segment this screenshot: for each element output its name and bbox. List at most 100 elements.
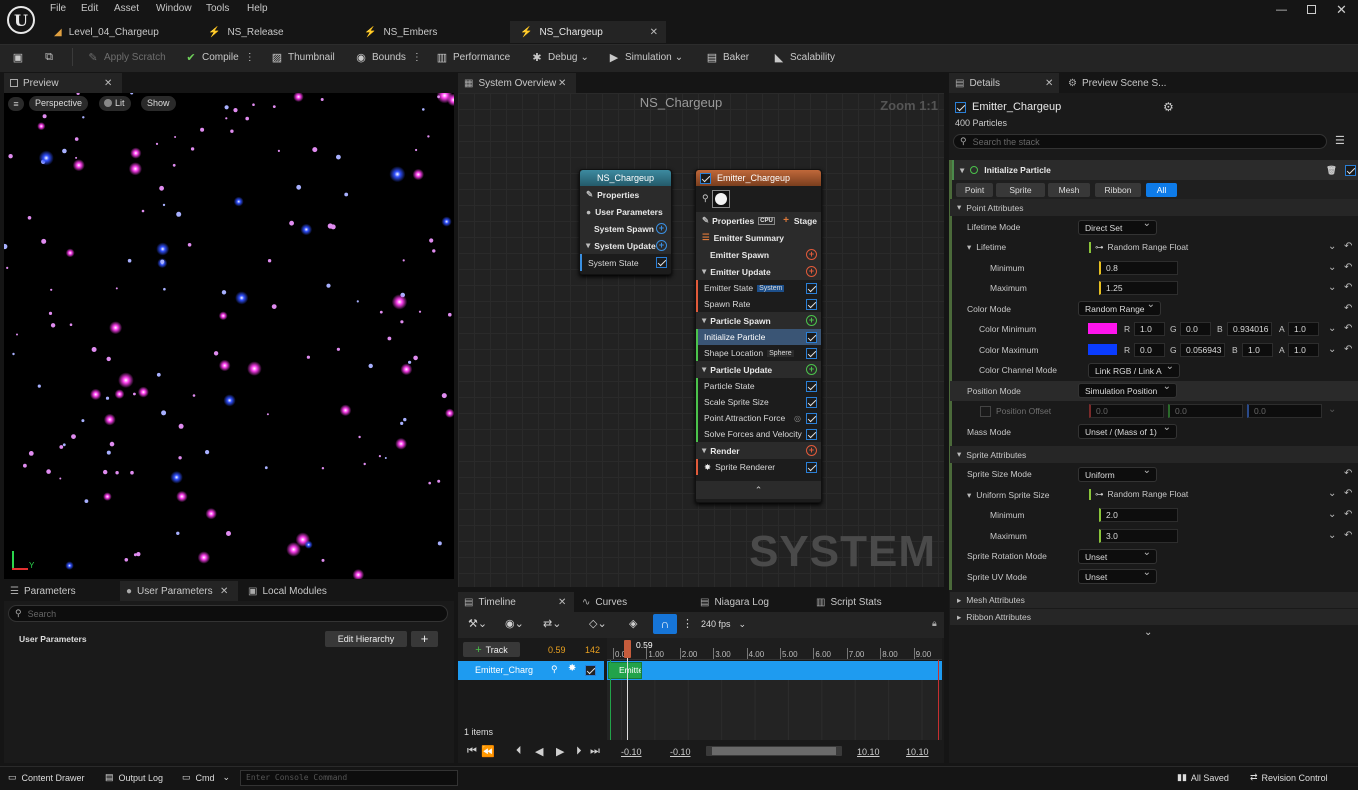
emitter-node[interactable]: Emitter_Chargeup ⚲ ✎ Properties CPU + Stage … — [695, 169, 822, 503]
add-icon[interactable]: + — [656, 240, 667, 251]
output-log-button[interactable]: ▤ Output Log — [105, 772, 163, 783]
lifetime-mode-dropdown[interactable]: Direct Set — [1078, 218, 1157, 235]
reset-icon[interactable]: ↶ — [1344, 282, 1352, 293]
module-enable-checkbox[interactable] — [1345, 164, 1356, 176]
transform-icon[interactable]: ⇄⌄ — [543, 617, 561, 630]
position-offset-checkbox[interactable] — [980, 405, 991, 417]
lit-button[interactable]: Lit — [99, 96, 131, 111]
reset-icon[interactable]: ↶ — [1344, 241, 1352, 252]
tab-preview-scene[interactable]: ⚙ Preview Scene S... — [1064, 73, 1184, 93]
edit-hierarchy-button[interactable]: Edit Hierarchy — [325, 631, 407, 647]
reset-icon[interactable]: ↶ — [1344, 468, 1352, 479]
system-overview-graph[interactable]: NS_Chargeup Zoom 1:1 SYSTEM NS_Chargeup … — [458, 93, 944, 587]
lifetime-function[interactable]: ⊶ Random Range Float — [1089, 242, 1188, 253]
thumbnail-button[interactable]: ▨ Thumbnail — [270, 48, 335, 66]
tab-niagara-log[interactable]: ▤ Niagara Log — [696, 592, 806, 612]
prev-frame-icon[interactable]: ⏴ — [516, 745, 522, 758]
range-start-value[interactable]: -0.10 — [621, 747, 642, 757]
emitter-summary-row[interactable]: ☰ Emitter Summary — [696, 229, 821, 246]
expand-icon[interactable]: ⌄ — [1328, 530, 1336, 541]
cmd-dropdown[interactable]: ▭ Cmd ⌄ — [182, 772, 230, 783]
timeline-scrollbar[interactable] — [706, 746, 842, 756]
sprite-attributes-category[interactable]: ▾ Sprite Attributes — [950, 446, 1358, 463]
expand-icon[interactable]: ⌄ — [1328, 241, 1336, 252]
tab-script-stats[interactable]: ▥ Script Stats — [812, 592, 922, 612]
color-min-swatch[interactable] — [1088, 323, 1117, 334]
filter-mesh[interactable]: Mesh — [1048, 183, 1090, 197]
compile-button[interactable]: ✔ Compile ⋮ — [184, 48, 254, 66]
collapse-node-button[interactable]: ⌃ — [696, 481, 821, 499]
range-end-value-2[interactable]: 10.10 — [906, 747, 929, 757]
add-icon[interactable]: + — [806, 315, 817, 326]
filter-all[interactable]: All — [1146, 183, 1177, 197]
system-spawn-row[interactable]: System Spawn + — [580, 220, 671, 237]
preview-viewport[interactable]: ≡ Perspective Lit Show Y — [4, 93, 454, 579]
view-options-icon[interactable]: ◉⌄ — [505, 617, 524, 630]
color-min-r[interactable]: 1.0 — [1134, 322, 1165, 336]
viewport-menu-button[interactable]: ≡ — [8, 97, 24, 111]
expand-icon[interactable]: ⌄ — [1328, 323, 1336, 334]
unreal-logo-icon[interactable]: U — [5, 4, 37, 36]
close-tab-icon[interactable]: ✕ — [1045, 78, 1053, 89]
size-max-input[interactable]: 3.0 — [1099, 529, 1178, 543]
add-icon[interactable]: + — [806, 364, 817, 375]
revision-control-button[interactable]: ⇄ Revision Control — [1250, 772, 1328, 783]
menu-asset[interactable]: Asset — [114, 3, 139, 14]
emitter-state-row[interactable]: Emitter State System — [696, 280, 821, 296]
close-tab-icon[interactable]: ✕ — [558, 78, 566, 89]
filter-ribbon[interactable]: Ribbon — [1095, 183, 1141, 197]
color-channel-dropdown[interactable]: Link RGB / Link A — [1088, 361, 1180, 378]
tab-timeline[interactable]: ▤ Timeline ✕ — [458, 592, 574, 612]
add-track-button[interactable]: + Track — [463, 642, 520, 657]
mass-mode-dropdown[interactable]: Unset / (Mass of 1) — [1078, 422, 1177, 439]
lock-icon[interactable]: 🔒︎ — [932, 618, 937, 629]
reset-icon[interactable]: ↶ — [1344, 509, 1352, 520]
close-tab-icon[interactable]: ✕ — [558, 597, 566, 608]
apply-scratch-button[interactable]: ✎ Apply Scratch — [86, 48, 165, 66]
emitter-enable-checkbox[interactable] — [955, 101, 966, 113]
current-time[interactable]: 0.59 — [548, 645, 566, 655]
close-tab-icon[interactable]: ✕ — [104, 78, 112, 89]
enable-checkbox[interactable] — [806, 412, 817, 424]
color-max-g[interactable]: 0.056943 — [1180, 343, 1225, 357]
enable-checkbox[interactable] — [806, 282, 817, 294]
sprite-rotation-dropdown[interactable]: Unset — [1078, 547, 1157, 564]
minimize-icon[interactable]: — — [1276, 4, 1287, 16]
bounds-button[interactable]: ◉ Bounds ⋮ — [354, 48, 422, 66]
all-saved-button[interactable]: ▮▮ All Saved — [1177, 772, 1229, 783]
snap-key-icon[interactable]: ◈ — [629, 617, 637, 630]
save-button[interactable]: ▣ — [11, 48, 29, 66]
tab-ns-release[interactable]: ⚡ NS_Release — [198, 21, 348, 43]
play-icon[interactable]: ▶ — [556, 745, 564, 758]
expand-icon[interactable]: ⌄ — [1328, 404, 1336, 415]
key-icon[interactable]: ◇⌄ — [589, 617, 607, 630]
go-to-start-icon[interactable]: ⏮ — [467, 745, 477, 758]
reset-icon[interactable]: ↶ — [1344, 303, 1352, 314]
track-row[interactable]: Emitter_Charg ⚲ ✸ — [458, 661, 604, 680]
baker-button[interactable]: ▤ Baker — [705, 48, 749, 66]
filter-icon[interactable]: ☰ — [1335, 134, 1345, 147]
emitter-update-row[interactable]: ▾ Emitter Update + — [696, 263, 821, 280]
lifetime-min-input[interactable]: 0.8 — [1099, 261, 1178, 275]
enable-checkbox[interactable] — [806, 347, 817, 359]
mesh-attributes-category[interactable]: ▸ Mesh Attributes — [950, 592, 1358, 608]
scalability-button[interactable]: ◣ Scalability — [772, 48, 835, 66]
reset-icon[interactable]: ↶ — [1344, 530, 1352, 541]
range-end-value[interactable]: 10.10 — [857, 747, 880, 757]
color-max-r[interactable]: 0.0 — [1134, 343, 1165, 357]
tab-parameters[interactable]: ☰ Parameters — [4, 581, 116, 601]
track-lane[interactable] — [607, 661, 942, 680]
point-attributes-category[interactable]: ▾ Point Attributes — [950, 199, 1358, 216]
edit-tool-icon[interactable]: ⚒⌄ — [468, 617, 487, 630]
emitter-spawn-row[interactable]: Emitter Spawn + — [696, 246, 821, 263]
add-parameter-button[interactable]: + — [411, 631, 438, 647]
system-node[interactable]: NS_Chargeup ✎ Properties ● User Parameters… — [579, 169, 672, 275]
maximize-icon[interactable] — [1307, 5, 1316, 14]
initialize-particle-header[interactable]: ▾ Initialize Particle 🗑︎ — [951, 160, 1358, 180]
range-end-marker[interactable] — [938, 660, 939, 740]
filter-sprite[interactable]: Sprite — [996, 183, 1045, 197]
system-properties-row[interactable]: ✎ Properties — [580, 186, 671, 203]
uniform-size-function[interactable]: ⊶ Random Range Float — [1089, 489, 1188, 500]
add-icon[interactable]: + — [806, 249, 817, 260]
tab-ns-chargeup[interactable]: ⚡ NS_Chargeup ✕ — [510, 21, 666, 43]
